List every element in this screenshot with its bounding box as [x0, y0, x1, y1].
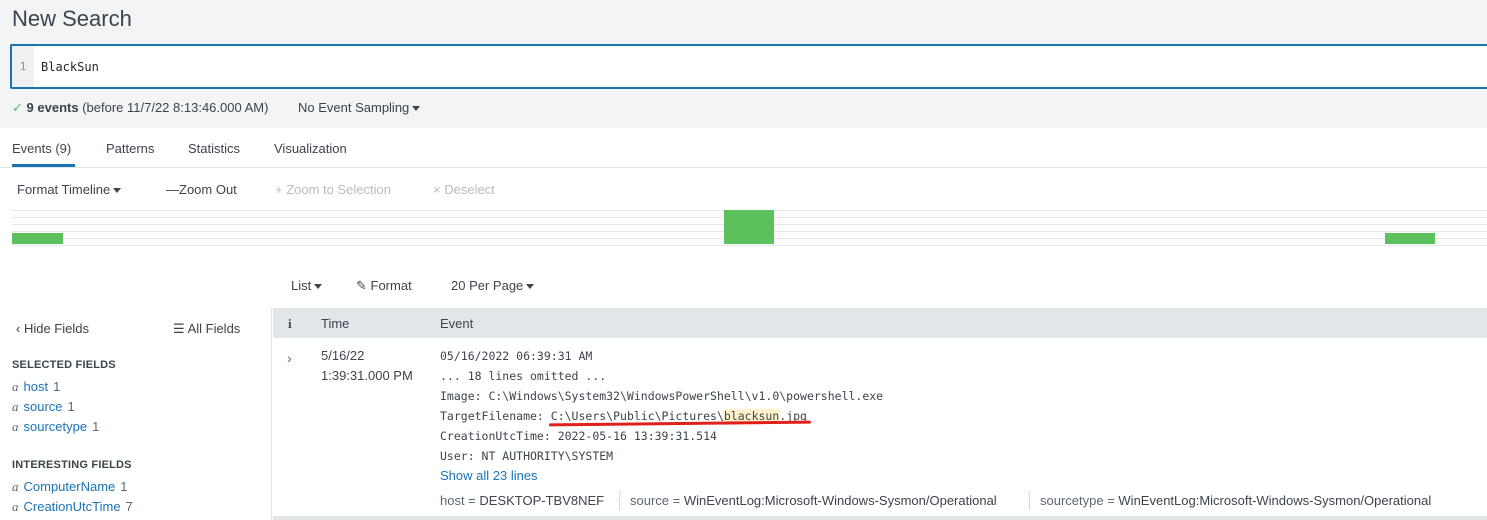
search-query-text[interactable]: BlackSun [41, 60, 99, 74]
close-icon: × [433, 182, 445, 197]
field-name[interactable]: ComputerName [24, 479, 116, 494]
meta-host-label: host = [440, 493, 480, 508]
event-timeline[interactable] [12, 210, 1487, 246]
field-name[interactable]: sourcetype [24, 419, 88, 434]
page-title: New Search [12, 6, 132, 31]
format-label: Format [370, 278, 412, 293]
event-time[interactable]: 1:39:31.000 PM [321, 368, 413, 383]
all-fields-button[interactable]: ☰ All Fields [173, 321, 240, 337]
meta-source-label: source = [630, 493, 684, 508]
timeline-bar[interactable] [724, 210, 774, 244]
minus-icon: — [166, 182, 179, 197]
active-tab-indicator [12, 164, 75, 167]
tab-patterns[interactable]: Patterns [106, 141, 154, 156]
field-count: 7 [125, 499, 133, 514]
event-line: CreationUtcTime: 2022-05-16 13:39:31.514 [440, 429, 717, 443]
field-count: 1 [53, 379, 61, 394]
zoom-selection-label: Zoom to Selection [286, 182, 391, 197]
string-type-icon: a [12, 499, 19, 514]
deselect-button[interactable]: × Deselect [433, 182, 495, 197]
field-name[interactable]: source [24, 399, 63, 414]
tab-events[interactable]: Events (9) [12, 141, 71, 156]
chevron-down-icon [314, 284, 323, 290]
meta-separator [1029, 492, 1030, 509]
meta-sourcetype-label: sourcetype = [1040, 493, 1119, 508]
format-timeline-button[interactable]: Format Timeline [17, 182, 122, 197]
event-line: Image: C:\Windows\System32\WindowsPowerS… [440, 389, 884, 403]
chevron-down-icon [412, 106, 421, 112]
event-count: 9 events [26, 100, 79, 115]
events-table-header: i Time Event [273, 308, 1487, 338]
field-count: 1 [67, 399, 75, 414]
show-all-lines-link[interactable]: Show all 23 lines [440, 468, 538, 483]
field-name[interactable]: CreationUtcTime [24, 499, 121, 514]
timeline-gridline [12, 245, 1487, 246]
field-name[interactable]: host [24, 379, 49, 394]
deselect-label: Deselect [444, 182, 495, 197]
meta-host-value[interactable]: DESKTOP-TBV8NEF [479, 493, 604, 508]
check-icon: ✓ [12, 100, 23, 115]
fields-sidebar: ‹ Hide Fields ☰ All Fields SELECTED FIEL… [0, 308, 272, 520]
meta-separator [619, 492, 620, 509]
event-line-omitted: ... 18 lines omitted ... [440, 369, 607, 383]
meta-source-value[interactable]: WinEventLog:Microsoft-Windows-Sysmon/Ope… [684, 493, 997, 508]
results-tabs: Events (9) Patterns Statistics Visualiza… [0, 128, 1487, 168]
target-label: TargetFilename: [440, 409, 551, 423]
line-number: 1 [12, 46, 34, 87]
field-count: 1 [92, 419, 100, 434]
pencil-icon: ✎ [356, 278, 371, 293]
table-row: › 5/16/22 1:39:31.000 PM 05/16/2022 06:3… [273, 338, 1487, 518]
chevron-left-icon: ‹ [16, 321, 24, 336]
field-item-creationutctime[interactable]: a CreationUtcTime 7 [12, 499, 133, 515]
event-date[interactable]: 5/16/22 [321, 348, 364, 363]
zoom-to-selection-button[interactable]: + Zoom to Selection [275, 182, 391, 197]
event-line: 05/16/2022 06:39:31 AM [440, 349, 593, 363]
string-type-icon: a [12, 379, 19, 394]
meta-source[interactable]: source = WinEventLog:Microsoft-Windows-S… [630, 493, 997, 508]
string-type-icon: a [12, 479, 19, 494]
format-timeline-label: Format Timeline [17, 182, 111, 197]
zoom-out-button[interactable]: —Zoom Out [166, 182, 237, 197]
per-page-label: 20 Per Page [451, 278, 524, 293]
field-item-source[interactable]: a source 1 [12, 399, 75, 415]
time-column-header[interactable]: Time [321, 316, 349, 331]
plus-icon: + [275, 182, 287, 197]
chevron-down-icon [526, 284, 535, 290]
sampling-label: No Event Sampling [298, 100, 410, 115]
list-icon: ☰ [173, 321, 188, 336]
per-page-dropdown[interactable]: 20 Per Page [451, 278, 535, 293]
chevron-down-icon [113, 188, 122, 194]
interesting-fields-heading: INTERESTING FIELDS [12, 459, 132, 471]
tab-statistics[interactable]: Statistics [188, 141, 240, 156]
field-item-host[interactable]: a host 1 [12, 379, 60, 395]
all-fields-label: All Fields [187, 321, 241, 336]
search-input[interactable]: 1 BlackSun [10, 44, 1487, 89]
time-note: (before 11/7/22 8:13:46.000 AM) [82, 100, 269, 115]
tab-visualization[interactable]: Visualization [274, 141, 347, 156]
string-type-icon: a [12, 399, 19, 414]
meta-sourcetype-value[interactable]: WinEventLog:Microsoft-Windows-Sysmon/Ope… [1118, 493, 1431, 508]
selected-fields-heading: SELECTED FIELDS [12, 359, 116, 371]
format-button[interactable]: ✎ Format [356, 278, 412, 294]
event-column-header: Event [440, 316, 474, 331]
timeline-bar[interactable] [12, 233, 63, 244]
event-line: User: NT AUTHORITY\SYSTEM [440, 449, 614, 463]
hide-fields-label: Hide Fields [23, 321, 89, 336]
chevron-right-icon[interactable]: › [287, 350, 292, 366]
event-sampling-dropdown[interactable]: No Event Sampling [298, 100, 421, 115]
field-count: 1 [120, 479, 128, 494]
field-item-computername[interactable]: a ComputerName 1 [12, 479, 128, 495]
view-mode-dropdown[interactable]: List [291, 278, 323, 293]
timeline-bar[interactable] [1385, 233, 1435, 244]
row-divider [273, 516, 1487, 520]
field-item-sourcetype[interactable]: a sourcetype 1 [12, 419, 99, 435]
meta-host[interactable]: host = DESKTOP-TBV8NEF [440, 493, 604, 508]
zoom-out-label: Zoom Out [179, 182, 237, 197]
meta-sourcetype[interactable]: sourcetype = WinEventLog:Microsoft-Windo… [1040, 493, 1431, 508]
info-column-icon[interactable]: i [288, 316, 292, 332]
hide-fields-button[interactable]: ‹ Hide Fields [16, 321, 89, 336]
string-type-icon: a [12, 419, 19, 434]
view-mode-label: List [291, 278, 312, 293]
search-status: ✓ 9 events (before 11/7/22 8:13:46.000 A… [12, 100, 421, 116]
